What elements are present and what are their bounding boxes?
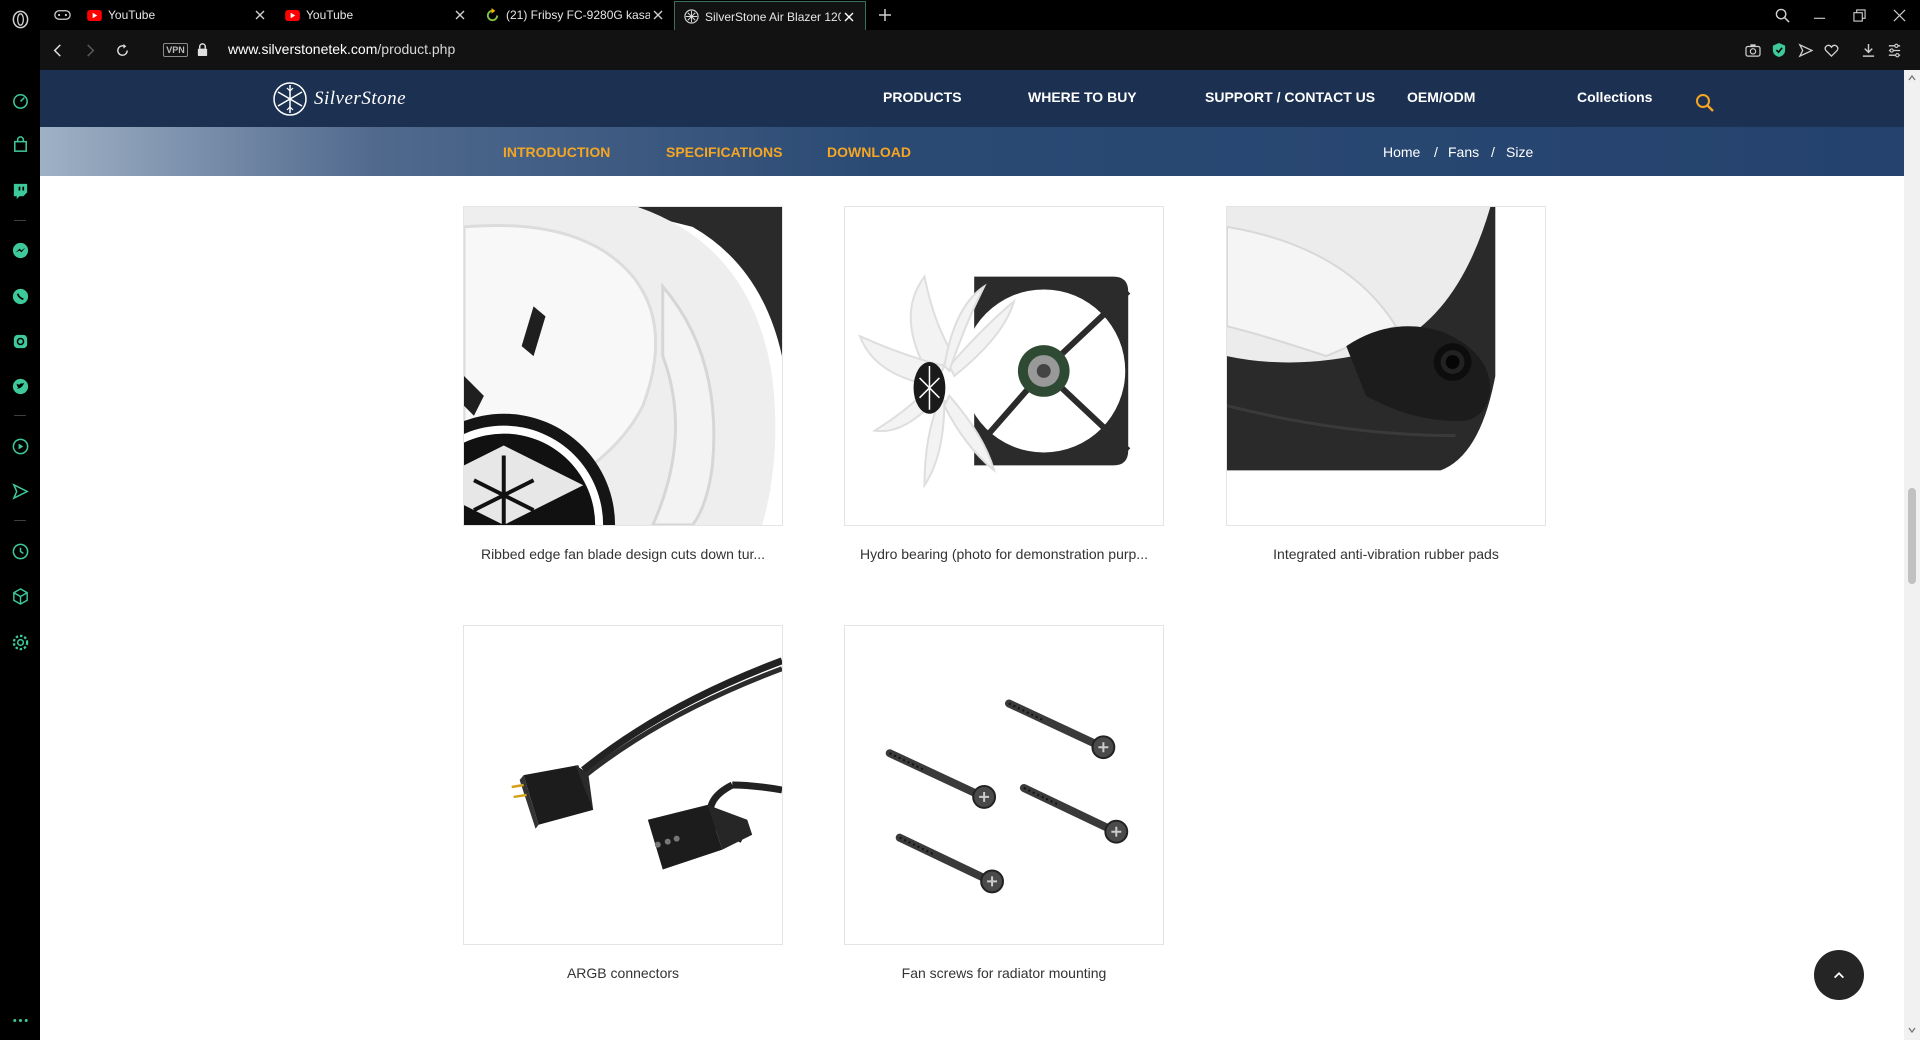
scrollbar-thumb[interactable] xyxy=(1908,488,1916,584)
tab-youtube-2[interactable]: YouTube xyxy=(276,0,476,30)
gallery-item-fan-blade[interactable]: Ribbed edge fan blade design cuts down t… xyxy=(463,206,783,562)
argb-connectors-image[interactable] xyxy=(463,625,783,945)
hydro-bearing-image[interactable] xyxy=(844,206,1164,526)
nav-collections[interactable]: Collections xyxy=(1577,89,1652,105)
forward-arrow-icon[interactable] xyxy=(80,40,100,60)
reload-icon[interactable] xyxy=(112,40,132,60)
browser-sidebar xyxy=(0,0,40,1040)
tab-youtube-1[interactable]: YouTube xyxy=(78,0,276,30)
extensions-cube-icon[interactable] xyxy=(8,584,32,608)
more-dots-icon[interactable] xyxy=(8,1008,32,1032)
silverstone-favicon-icon xyxy=(683,9,699,25)
gallery-item-fan-screws[interactable]: Fan screws for radiator mounting xyxy=(844,625,1164,981)
tab-search-icon[interactable] xyxy=(1771,4,1793,26)
fan-blade-image[interactable] xyxy=(463,206,783,526)
url-field[interactable]: www.silverstonetek.com/product.php xyxy=(228,41,455,57)
logo-text: SilverStone xyxy=(314,88,407,109)
download-icon[interactable] xyxy=(1858,40,1878,60)
lock-icon[interactable] xyxy=(196,42,210,58)
tab-fribsy[interactable]: (21) Fribsy FC-9280G kasay xyxy=(476,0,674,30)
scroll-up-arrow-icon[interactable] xyxy=(1908,74,1916,82)
gallery-item-hydro-bearing[interactable]: Hydro bearing (photo for demonstration p… xyxy=(844,206,1164,562)
gallery-caption: Fan screws for radiator mounting xyxy=(901,965,1107,981)
scroll-down-arrow-icon[interactable] xyxy=(1908,1026,1916,1034)
close-icon[interactable] xyxy=(650,7,666,23)
tab-title: YouTube xyxy=(108,8,156,22)
twitter-icon[interactable] xyxy=(8,374,32,398)
easy-setup-menu-icon[interactable] xyxy=(1884,40,1904,60)
fan-screws-image[interactable] xyxy=(844,625,1164,945)
address-bar: VPN www.silverstonetek.com/product.php xyxy=(40,30,1920,70)
gallery-caption: Ribbed edge fan blade design cuts down t… xyxy=(480,546,766,562)
youtube-icon xyxy=(86,7,102,23)
gallery-caption: ARGB connectors xyxy=(566,965,680,981)
tab-silverstone[interactable]: SilverStone Air Blazer 120R xyxy=(674,1,866,31)
nav-oem-odm[interactable]: OEM/ODM xyxy=(1407,89,1475,105)
snapshot-camera-icon[interactable] xyxy=(1743,40,1763,60)
tab-title: YouTube xyxy=(306,8,354,22)
site-header: SilverStone PRODUCTS WHERE TO BUY SUPPOR… xyxy=(40,70,1904,127)
tab-download[interactable]: DOWNLOAD xyxy=(827,144,911,160)
refresh-favicon-icon xyxy=(484,7,500,23)
gallery-caption: Integrated anti-vibration rubber pads xyxy=(1273,546,1499,562)
page-scrollbar[interactable] xyxy=(1904,70,1920,1040)
twitch-icon[interactable] xyxy=(8,178,32,202)
nav-products[interactable]: PRODUCTS xyxy=(883,89,962,105)
close-icon[interactable] xyxy=(252,7,268,23)
gallery-item-rubber-pads[interactable]: Integrated anti-vibration rubber pads xyxy=(1226,206,1546,562)
restore-icon[interactable] xyxy=(1848,4,1870,26)
shopping-bag-icon[interactable] xyxy=(8,132,32,156)
tab-title: (21) Fribsy FC-9280G kasay xyxy=(506,8,650,22)
snowflake-logo-icon xyxy=(273,82,307,116)
new-tab-plus-icon[interactable] xyxy=(876,6,894,24)
breadcrumb-home[interactable]: Home xyxy=(1383,144,1420,160)
scroll-to-top-button[interactable] xyxy=(1814,950,1864,1000)
tab-introduction[interactable]: INTRODUCTION xyxy=(503,144,610,160)
send-icon[interactable] xyxy=(8,479,32,503)
breadcrumb-separator: / xyxy=(1491,144,1495,160)
close-icon[interactable] xyxy=(841,9,857,25)
breadcrumb-size: Size xyxy=(1506,144,1534,160)
web-page: SilverStone PRODUCTS WHERE TO BUY SUPPOR… xyxy=(40,70,1904,1040)
youtube-icon xyxy=(284,7,300,23)
nav-where-to-buy[interactable]: WHERE TO BUY xyxy=(1028,89,1137,105)
breadcrumb-fans[interactable]: Fans xyxy=(1448,144,1479,160)
product-subnav: INTRODUCTION SPECIFICATIONS DOWNLOAD Hom… xyxy=(40,127,1904,176)
gaming-tab-icon[interactable] xyxy=(46,0,78,30)
tab-title: SilverStone Air Blazer 120R xyxy=(705,9,841,24)
nav-support-contact[interactable]: SUPPORT / CONTACT US xyxy=(1205,89,1375,105)
adblock-shield-icon[interactable] xyxy=(1769,40,1789,60)
close-icon[interactable] xyxy=(452,7,468,23)
history-icon[interactable] xyxy=(8,539,32,563)
opera-logo-icon[interactable] xyxy=(8,7,32,31)
tab-strip: YouTube YouTube (21) Fribsy FC-9280G kas… xyxy=(40,0,1920,31)
whatsapp-icon[interactable] xyxy=(8,284,32,308)
back-arrow-icon[interactable] xyxy=(47,40,67,60)
minimize-icon[interactable] xyxy=(1808,4,1830,26)
speed-dial-icon[interactable] xyxy=(8,88,32,112)
close-window-icon[interactable] xyxy=(1888,4,1910,26)
messenger-icon[interactable] xyxy=(8,238,32,262)
tab-specifications[interactable]: SPECIFICATIONS xyxy=(666,144,782,160)
gallery-caption: Hydro bearing (photo for demonstration p… xyxy=(860,546,1148,562)
flow-send-icon[interactable] xyxy=(1795,40,1815,60)
bookmark-heart-icon[interactable] xyxy=(1821,40,1841,60)
player-icon[interactable] xyxy=(8,434,32,458)
vpn-badge[interactable]: VPN xyxy=(163,43,188,57)
settings-gear-icon[interactable] xyxy=(8,630,32,654)
gallery-item-argb-connectors[interactable]: ARGB connectors xyxy=(463,625,783,981)
rubber-pads-image[interactable] xyxy=(1226,206,1546,526)
url-path: /product.php xyxy=(377,41,456,57)
silverstone-logo[interactable]: SilverStone xyxy=(272,80,406,118)
site-search-icon[interactable] xyxy=(1695,93,1717,115)
chevron-up-icon xyxy=(1834,972,1844,979)
instagram-icon[interactable] xyxy=(8,329,32,353)
breadcrumb-separator: / xyxy=(1434,144,1438,160)
url-domain: www.silverstonetek.com xyxy=(228,41,378,57)
